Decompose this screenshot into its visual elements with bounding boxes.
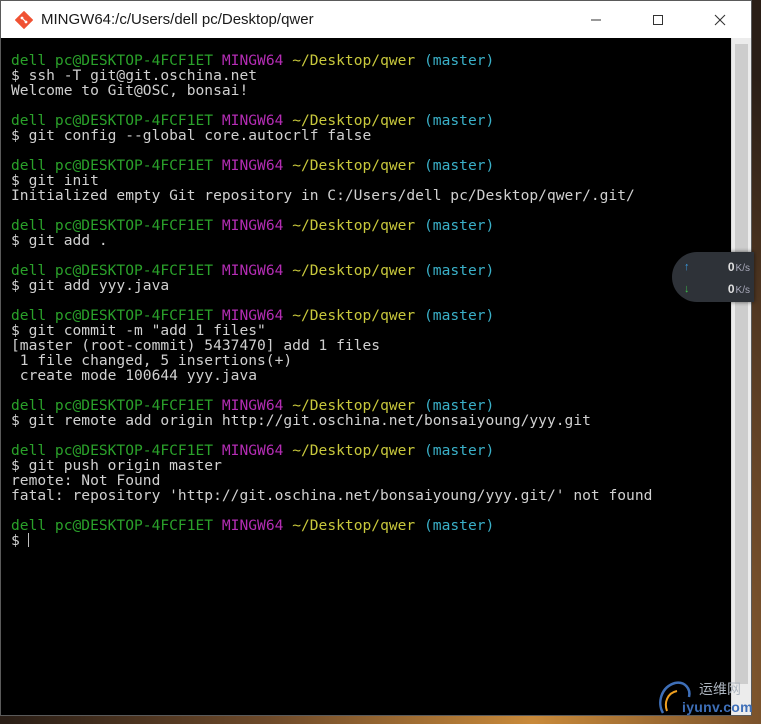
- command-line: $ git remote add origin http://git.oschi…: [11, 412, 591, 429]
- prompt-line: dell pc@DESKTOP-4FCF1ET MINGW64 ~/Deskto…: [11, 398, 652, 413]
- upload-speed-row: ↑ 0K/s: [684, 257, 750, 277]
- prompt-branch: (master): [424, 217, 495, 234]
- window-title: MINGW64:/c/Users/dell pc/Desktop/qwer: [41, 11, 314, 28]
- terminal-lines: dell pc@DESKTOP-4FCF1ET MINGW64 ~/Deskto…: [11, 53, 652, 548]
- prompt-shell: MINGW64: [221, 262, 284, 279]
- minimize-icon: [591, 19, 601, 20]
- prompt-path: ~/Desktop/qwer: [292, 217, 416, 234]
- prompt-path: ~/Desktop/qwer: [292, 517, 416, 534]
- prompt-line: dell pc@DESKTOP-4FCF1ET MINGW64 ~/Deskto…: [11, 308, 652, 323]
- prompt-shell: MINGW64: [221, 517, 284, 534]
- download-speed-value: 0K/s: [727, 282, 750, 296]
- text-cursor: [27, 533, 29, 547]
- prompt-path: ~/Desktop/qwer: [292, 157, 416, 174]
- window-controls: [565, 1, 751, 38]
- prompt-branch: (master): [424, 517, 495, 534]
- prompt-branch: (master): [424, 262, 495, 279]
- terminal-output[interactable]: dell pc@DESKTOP-4FCF1ET MINGW64 ~/Deskto…: [1, 38, 731, 715]
- prompt-path: ~/Desktop/qwer: [292, 262, 416, 279]
- output-line: 1 file changed, 5 insertions(+): [11, 352, 293, 369]
- output-line: [master (root-commit) 5437470] add 1 fil…: [11, 337, 381, 354]
- prompt-branch: (master): [424, 157, 495, 174]
- prompt-shell: MINGW64: [221, 217, 284, 234]
- prompt-line: dell pc@DESKTOP-4FCF1ET MINGW64 ~/Deskto…: [11, 218, 652, 233]
- download-speed-row: ↓ 0K/s: [684, 279, 750, 299]
- title-bar[interactable]: MINGW64:/c/Users/dell pc/Desktop/qwer: [1, 1, 751, 38]
- prompt-user-host: dell pc@DESKTOP-4FCF1ET: [11, 517, 214, 534]
- prompt-branch: (master): [424, 52, 495, 69]
- prompt-branch: (master): [424, 307, 495, 324]
- output-line: Initialized empty Git repository in C:/U…: [11, 187, 635, 204]
- maximize-button[interactable]: [627, 1, 689, 38]
- prompt-shell: MINGW64: [221, 442, 284, 459]
- watermark-cn-text: 运维网: [699, 682, 741, 698]
- input-prompt-symbol: $: [11, 532, 20, 549]
- upload-speed-value: 0K/s: [727, 260, 750, 274]
- minimize-button[interactable]: [565, 1, 627, 38]
- scrollbar-thumb[interactable]: [735, 44, 748, 684]
- prompt-branch: (master): [424, 442, 495, 459]
- upload-arrow-icon: ↑: [684, 261, 690, 273]
- command-line: $ git config --global core.autocrlf fals…: [11, 127, 372, 144]
- maximize-icon: [653, 14, 663, 25]
- git-bash-icon: [15, 10, 33, 29]
- command-line: $ ssh -T git@git.oschina.net: [11, 67, 258, 84]
- command-line: $ git add .: [11, 232, 108, 249]
- prompt-branch: (master): [424, 112, 495, 129]
- prompt-path: ~/Desktop/qwer: [292, 442, 416, 459]
- prompt-line: dell pc@DESKTOP-4FCF1ET MINGW64 ~/Deskto…: [11, 158, 652, 173]
- prompt-path: ~/Desktop/qwer: [292, 307, 416, 324]
- vertical-scrollbar[interactable]: [731, 38, 751, 715]
- prompt-line: dell pc@DESKTOP-4FCF1ET MINGW64 ~/Deskto…: [11, 518, 652, 533]
- command-line: $ git init: [11, 172, 99, 189]
- download-arrow-icon: ↓: [684, 283, 690, 295]
- output-line: fatal: repository 'http://git.oschina.ne…: [11, 487, 653, 504]
- prompt-path: ~/Desktop/qwer: [292, 52, 416, 69]
- terminal-window: MINGW64:/c/Users/dell pc/Desktop/qwer de…: [0, 0, 752, 716]
- input-line[interactable]: $: [11, 533, 652, 548]
- command-line: $ git commit -m "add 1 files": [11, 322, 266, 339]
- close-button[interactable]: [689, 1, 751, 38]
- prompt-shell: MINGW64: [221, 157, 284, 174]
- prompt-line: dell pc@DESKTOP-4FCF1ET MINGW64 ~/Deskto…: [11, 113, 652, 128]
- command-line: $ git add yyy.java: [11, 277, 170, 294]
- prompt-line: dell pc@DESKTOP-4FCF1ET MINGW64 ~/Deskto…: [11, 53, 652, 68]
- output-line: Welcome to Git@OSC, bonsai!: [11, 82, 249, 99]
- network-speed-widget[interactable]: ↑ 0K/s ↓ 0K/s: [672, 252, 754, 302]
- site-watermark: 运维网 iyunv.com: [655, 675, 755, 720]
- close-icon: [714, 14, 726, 25]
- watermark-en-text: iyunv.com: [682, 699, 753, 715]
- prompt-line: dell pc@DESKTOP-4FCF1ET MINGW64 ~/Deskto…: [11, 443, 652, 458]
- prompt-line: dell pc@DESKTOP-4FCF1ET MINGW64 ~/Deskto…: [11, 263, 652, 278]
- output-line: create mode 100644 yyy.java: [11, 367, 258, 384]
- command-line: $ git push origin master: [11, 457, 222, 474]
- output-line: remote: Not Found: [11, 472, 161, 489]
